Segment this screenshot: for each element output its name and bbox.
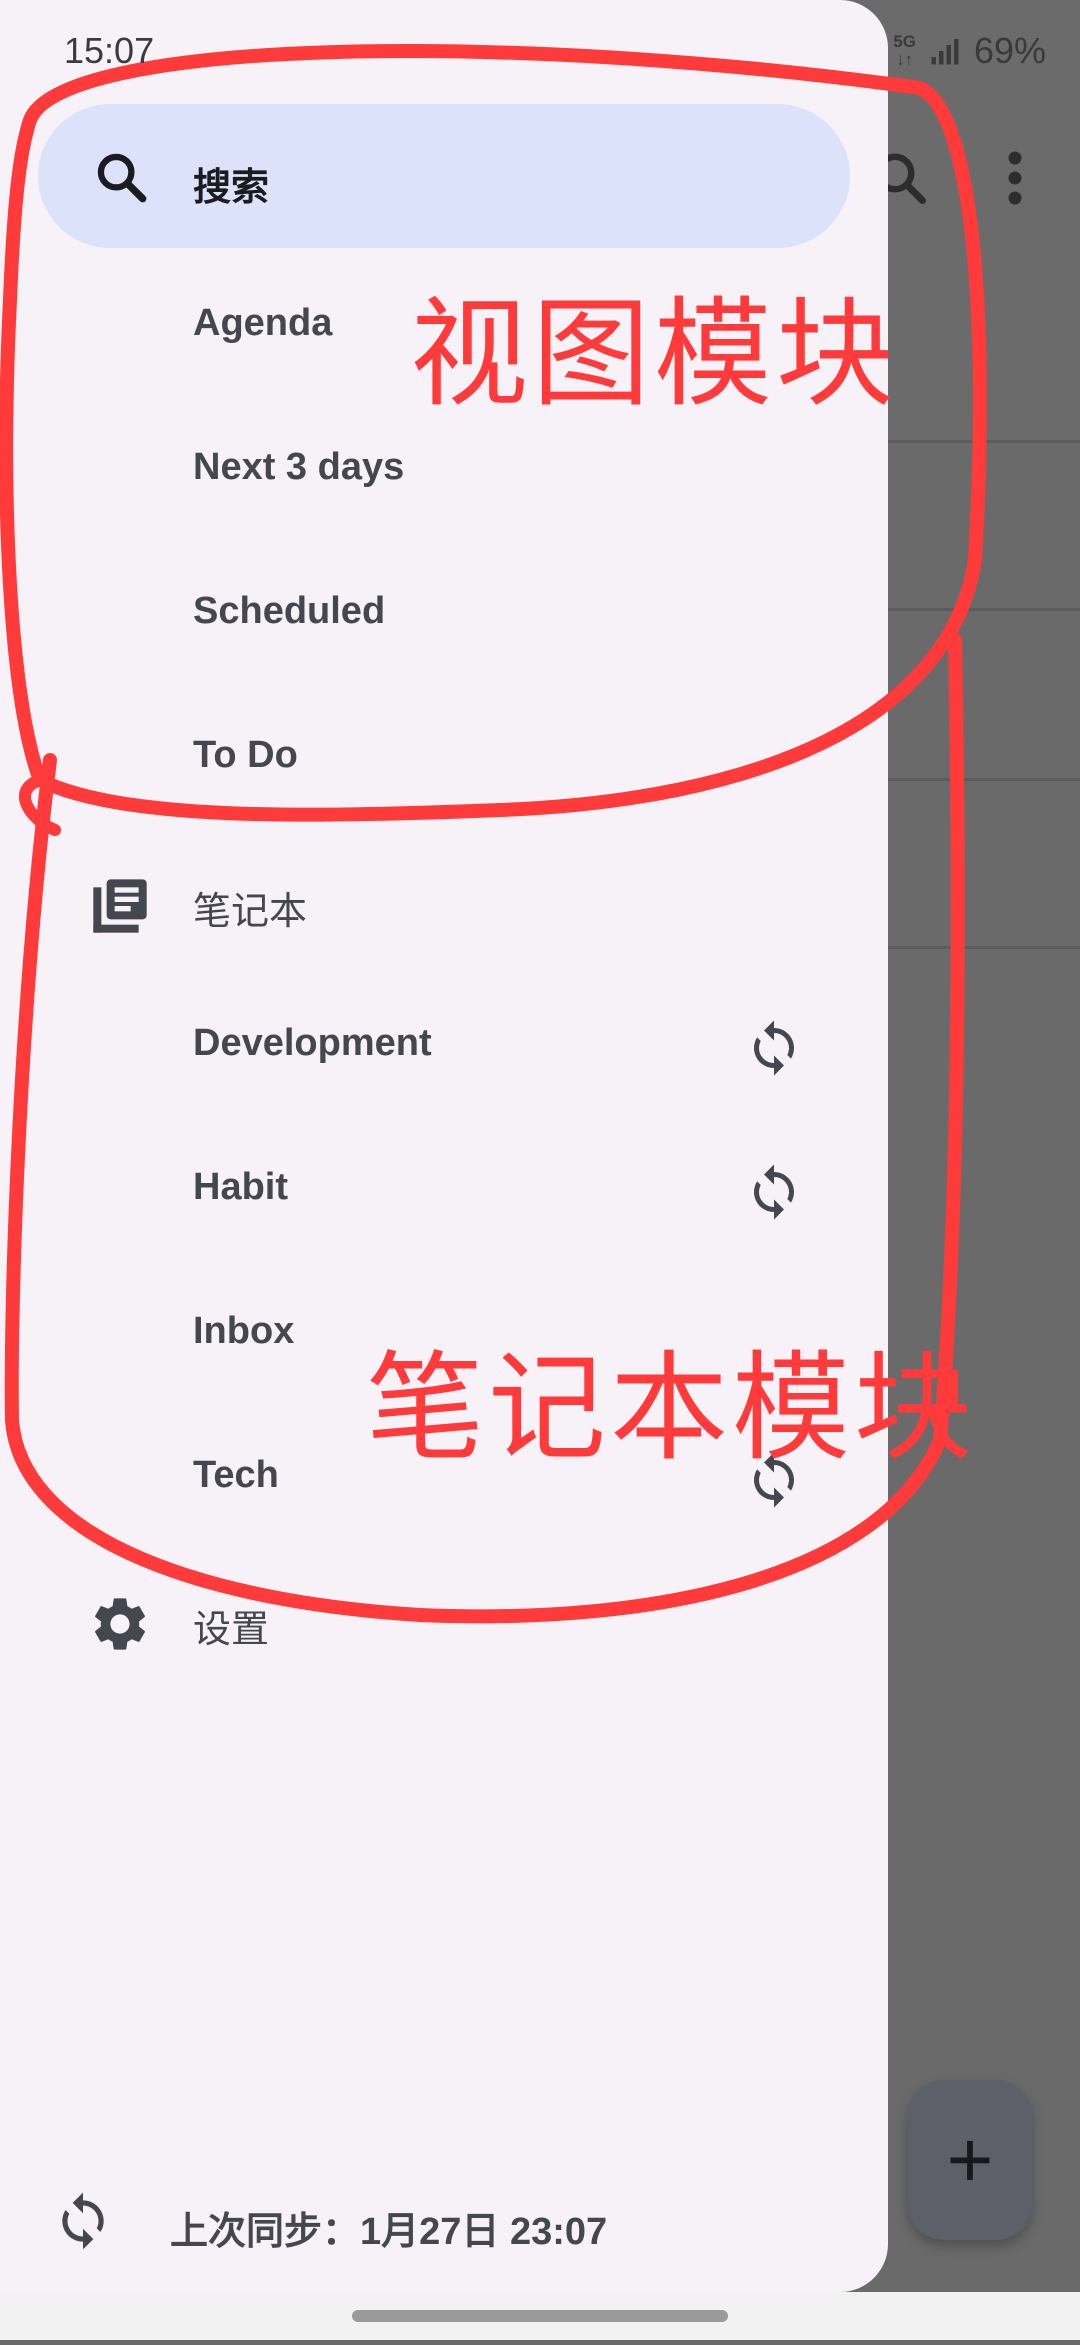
notebook-item-habit[interactable]: Habit	[0, 1118, 888, 1258]
plus-icon: +	[946, 2115, 994, 2204]
sync-icon	[754, 1020, 794, 1076]
notebook-icon	[93, 879, 147, 933]
gear-icon	[95, 1598, 145, 1650]
list-divider	[880, 946, 1080, 949]
network-indicator: 5G ↓↑	[893, 33, 916, 69]
notebook-item-inbox[interactable]: Inbox	[0, 1262, 888, 1402]
notebooks-section[interactable]: 笔记本	[0, 832, 888, 972]
navigation-drawer: 搜索 Agenda Next 3 days Scheduled To Do 笔记…	[0, 0, 888, 2292]
notebook-item-tech[interactable]: Tech	[0, 1406, 888, 1546]
data-arrows-icon: ↓↑	[896, 50, 914, 69]
list-divider	[880, 608, 1080, 611]
add-fab-button[interactable]: +	[908, 2080, 1032, 2240]
settings-item[interactable]: 设置	[0, 1550, 888, 1690]
view-item-label: To Do	[193, 734, 298, 776]
view-item-label: Agenda	[193, 302, 333, 344]
notebook-item-label: Tech	[193, 1454, 279, 1496]
last-sync-label: 上次同步：1月27日 23:07	[170, 2211, 608, 2253]
notebooks-section-label: 笔记本	[193, 891, 308, 933]
status-time: 15:07	[64, 30, 155, 71]
notebook-item-label: Inbox	[193, 1310, 295, 1352]
system-nav-bar	[0, 2292, 1080, 2340]
last-sync-row[interactable]: 上次同步：1月27日 23:07	[0, 2150, 888, 2290]
sync-icon	[754, 1452, 794, 1508]
settings-label: 设置	[193, 1609, 270, 1651]
view-item-to-do[interactable]: To Do	[0, 686, 888, 826]
signal-icon	[931, 39, 959, 65]
notebook-item-label: Development	[193, 1022, 432, 1064]
network-label: 5G	[893, 32, 916, 51]
status-indicators: 5G ↓↑ 69%	[893, 30, 1046, 72]
list-divider	[880, 778, 1080, 781]
view-item-next-3-days[interactable]: Next 3 days	[0, 398, 888, 538]
notebook-item-label: Habit	[193, 1166, 288, 1208]
list-divider	[880, 440, 1080, 443]
search-label: 搜索	[193, 167, 270, 209]
battery-percent: 69%	[973, 30, 1046, 71]
view-item-scheduled[interactable]: Scheduled	[0, 542, 888, 682]
view-item-agenda[interactable]: Agenda	[0, 254, 888, 394]
search-item[interactable]: 搜索	[38, 104, 850, 248]
view-item-label: Scheduled	[193, 590, 386, 632]
status-bar: 15:07 5G ↓↑ 69%	[0, 0, 1080, 110]
search-icon	[97, 153, 147, 203]
sync-icon	[754, 1164, 794, 1220]
view-item-label: Next 3 days	[193, 446, 405, 488]
home-gesture-handle[interactable]	[352, 2310, 728, 2322]
notebook-item-development[interactable]: Development	[0, 974, 888, 1114]
sync-icon	[62, 2192, 104, 2250]
more-vert-icon[interactable]	[1000, 148, 1030, 208]
